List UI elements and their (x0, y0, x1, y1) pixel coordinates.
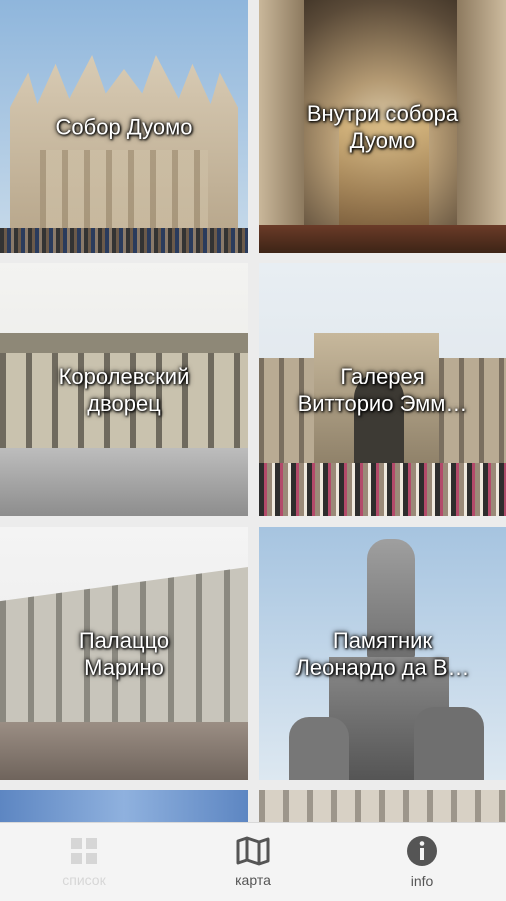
nav-map[interactable]: карта (169, 823, 337, 901)
tile-royal-palace[interactable]: Королевский дворец (0, 263, 248, 516)
bottom-navigation: список карта info (0, 822, 506, 901)
tile-title: Внутри собора Дуомо (306, 100, 459, 153)
sights-grid: Собор Дуомо Внутри собора Дуомо Королевс… (0, 0, 506, 822)
tile-duomo-interior[interactable]: Внутри собора Дуомо (259, 0, 506, 253)
tile-title: Памятник Леонардо да В… (295, 627, 470, 680)
tile-title: Собор Дуомо (55, 114, 193, 139)
tile-duomo[interactable]: Собор Дуомо (0, 0, 248, 253)
tile-title: Палаццо Марино (78, 627, 170, 680)
info-icon (407, 836, 437, 866)
tile-photo (0, 790, 248, 822)
nav-info[interactable]: info (338, 823, 506, 901)
tile-galleria[interactable]: Галерея Витторио Эмм… (259, 263, 506, 516)
nav-map-label: карта (235, 872, 271, 888)
map-icon (236, 836, 270, 866)
tile-photo (259, 790, 506, 822)
tile-partial-right[interactable] (259, 790, 506, 822)
tile-partial-left[interactable] (0, 790, 248, 822)
nav-list[interactable]: список (0, 823, 168, 901)
nav-info-label: info (410, 873, 434, 889)
nav-list-label: список (62, 872, 106, 888)
tile-title: Галерея Витторио Эмм… (297, 363, 468, 416)
tile-palazzo-marino[interactable]: Палаццо Марино (0, 527, 248, 780)
grid-list-icon (71, 838, 97, 864)
tile-leonardo-monument[interactable]: Памятник Леонардо да В… (259, 527, 506, 780)
tile-title: Королевский дворец (58, 363, 190, 416)
